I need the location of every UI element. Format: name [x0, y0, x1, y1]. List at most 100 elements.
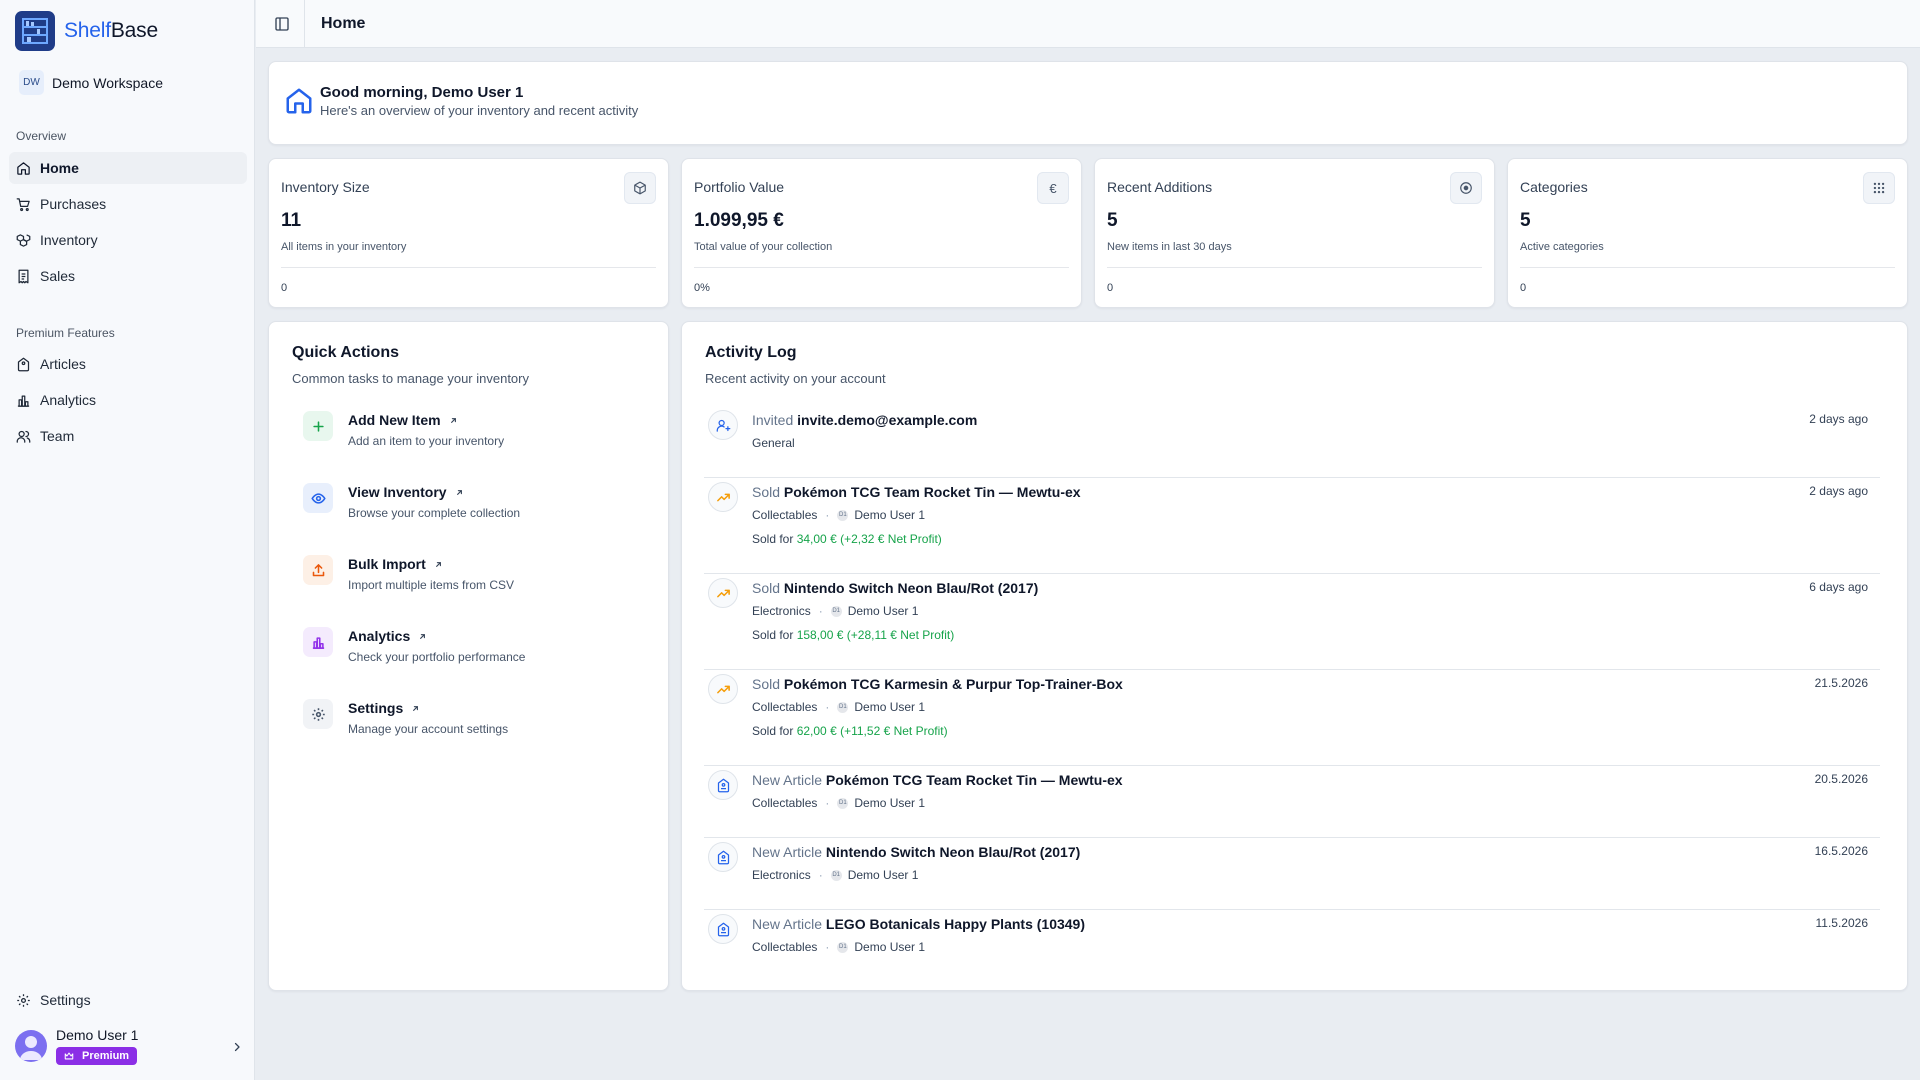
activity-verb: Invited — [752, 412, 794, 428]
quick-action-settings[interactable]: Settings Manage your account settings — [303, 699, 633, 755]
activity-time: 20.5.2026 — [1814, 772, 1868, 786]
brand[interactable]: ShelfBase — [15, 11, 158, 51]
sidebar-item-label: Home — [40, 160, 79, 176]
activity-text: New Article Pokémon TCG Team Rocket Tin … — [752, 772, 1123, 788]
activity-verb: Sold — [752, 484, 781, 500]
home-icon — [17, 161, 30, 175]
activity-item[interactable]: Invited invite.demo@example.com General … — [704, 406, 1880, 478]
quick-actions-subtitle: Common tasks to manage your inventory — [292, 371, 529, 386]
activity-text: Sold Pokémon TCG Team Rocket Tin — Mewtu… — [752, 484, 1081, 500]
activity-text: New Article LEGO Botanicals Happy Plants… — [752, 916, 1085, 932]
sidebar-item-articles[interactable]: Articles — [9, 348, 247, 380]
stat-card-inventory-size: Inventory Size 11 All items in your inve… — [268, 158, 669, 308]
stat-title: Categories — [1520, 179, 1588, 195]
activity-verb: Sold — [752, 580, 781, 596]
activity-time: 21.5.2026 — [1814, 676, 1868, 690]
welcome-card: Good morning, Demo User 1 Here's an over… — [268, 61, 1908, 145]
activity-item[interactable]: Sold Pokémon TCG Team Rocket Tin — Mewtu… — [704, 478, 1880, 574]
stat-divider — [1520, 267, 1895, 268]
activity-subject: Nintendo Switch Neon Blau/Rot (2017) — [783, 580, 1039, 596]
activity-verb: Sold — [752, 676, 781, 692]
activity-time: 16.5.2026 — [1814, 844, 1868, 858]
quick-action-title-text: Bulk Import — [348, 556, 426, 572]
separator-dot: · — [818, 868, 823, 882]
stat-description: All items in your inventory — [281, 241, 407, 253]
stat-title: Inventory Size — [281, 179, 370, 195]
plus-icon — [303, 411, 333, 441]
quick-action-view-inventory[interactable]: View Inventory Browse your complete coll… — [303, 483, 633, 539]
sale-price: 62,00 € — [796, 724, 837, 738]
stat-divider — [694, 267, 1069, 268]
user-avatar-mini: D1 — [830, 605, 842, 617]
activity-item[interactable]: New Article Pokémon TCG Team Rocket Tin … — [704, 766, 1880, 838]
sidebar-item-sales[interactable]: Sales — [9, 260, 247, 292]
activity-text: New Article Nintendo Switch Neon Blau/Ro… — [752, 844, 1080, 860]
user-avatar-mini: D1 — [837, 701, 849, 713]
activity-item[interactable]: Sold Pokémon TCG Karmesin & Purpur Top-T… — [704, 670, 1880, 766]
package-icon — [624, 172, 656, 204]
quick-action-description: Browse your complete collection — [348, 506, 521, 520]
bar-chart-icon — [303, 627, 333, 657]
brand-name-part2: Base — [110, 19, 158, 42]
quick-actions-title: Quick Actions — [292, 344, 399, 361]
separator-dot: · — [818, 604, 823, 618]
user-avatar-mini: D1 — [830, 869, 842, 881]
separator-dot: · — [825, 796, 830, 810]
activity-item[interactable]: New Article LEGO Botanicals Happy Plants… — [704, 910, 1880, 982]
quick-action-title-text: Analytics — [348, 628, 411, 644]
sidebar-item-home[interactable]: Home — [9, 152, 247, 184]
activity-meta: Electronics · D1 Demo User 1 — [752, 604, 918, 618]
separator-dot: · — [825, 508, 830, 522]
quick-action-title: Analytics — [348, 628, 427, 644]
plus-circle-icon — [1450, 172, 1482, 204]
sale-price: 34,00 € — [796, 532, 837, 546]
quick-action-title-text: Settings — [348, 700, 404, 716]
activity-text: Invited invite.demo@example.com — [752, 412, 977, 428]
sidebar: ShelfBase DW Demo Workspace Overview Hom… — [0, 0, 255, 1080]
quick-action-bulk-import[interactable]: Bulk Import Import multiple items from C… — [303, 555, 633, 611]
sidebar-toggle-icon[interactable] — [274, 16, 290, 32]
sidebar-item-inventory[interactable]: Inventory — [9, 224, 247, 256]
activity-meta: Collectables · D1 Demo User 1 — [752, 508, 925, 522]
sale-profit: (+2,32 € Net Profit) — [840, 532, 942, 546]
boxes-icon — [16, 233, 31, 247]
activity-item[interactable]: New Article Nintendo Switch Neon Blau/Ro… — [704, 838, 1880, 910]
premium-badge-label: Premium — [82, 1050, 130, 1062]
activity-subject: Pokémon TCG Team Rocket Tin — Mewtu-ex — [783, 484, 1081, 500]
stat-card-categories: Categories 5 Active categories 0 — [1507, 158, 1908, 308]
sidebar-item-settings[interactable]: Settings — [9, 984, 247, 1016]
grid-icon — [1863, 172, 1895, 204]
sidebar-section-premium: Premium Features — [16, 326, 115, 340]
brand-name: ShelfBase — [64, 19, 158, 43]
activity-subject: invite.demo@example.com — [797, 412, 978, 428]
workspace-switcher[interactable]: DW Demo Workspace — [19, 70, 163, 95]
stat-description: Active categories — [1520, 241, 1604, 253]
activity-user: Demo User 1 — [847, 604, 919, 618]
activity-time: 2 days ago — [1809, 412, 1868, 426]
sale-prefix: Sold for — [752, 532, 794, 546]
quick-action-add-new-item[interactable]: Add New Item Add an item to your invento… — [303, 411, 633, 467]
activity-item[interactable]: Sold Nintendo Switch Neon Blau/Rot (2017… — [704, 574, 1880, 670]
sidebar-item-team[interactable]: Team — [9, 420, 247, 452]
trending-up-icon — [708, 482, 738, 512]
user-menu[interactable]: Demo User 1 Premium — [15, 1027, 245, 1071]
activity-subject: Nintendo Switch Neon Blau/Rot (2017) — [825, 844, 1081, 860]
page-title: Home — [321, 15, 366, 32]
article-icon — [708, 914, 738, 944]
activity-log-card: Activity Log Recent activity on your acc… — [681, 321, 1908, 991]
activity-user: Demo User 1 — [854, 508, 926, 522]
sidebar-item-label: Articles — [40, 356, 86, 372]
sidebar-item-purchases[interactable]: Purchases — [9, 188, 247, 220]
activity-category: Collectables — [752, 940, 818, 954]
activity-sale-info: Sold for 158,00 € (+28,11 € Net Profit) — [752, 628, 954, 642]
welcome-title: Good morning, Demo User 1 — [320, 84, 524, 101]
sidebar-item-analytics[interactable]: Analytics — [9, 384, 247, 416]
quick-action-description: Check your portfolio performance — [348, 650, 526, 664]
stat-title: Portfolio Value — [694, 179, 785, 195]
trending-up-icon — [708, 578, 738, 608]
quick-action-analytics[interactable]: Analytics Check your portfolio performan… — [303, 627, 633, 683]
chevron-right-icon — [234, 1042, 240, 1052]
tag-icon — [17, 357, 30, 371]
user-avatar-mini: D1 — [837, 797, 849, 809]
activity-time: 11.5.2026 — [1815, 916, 1869, 930]
